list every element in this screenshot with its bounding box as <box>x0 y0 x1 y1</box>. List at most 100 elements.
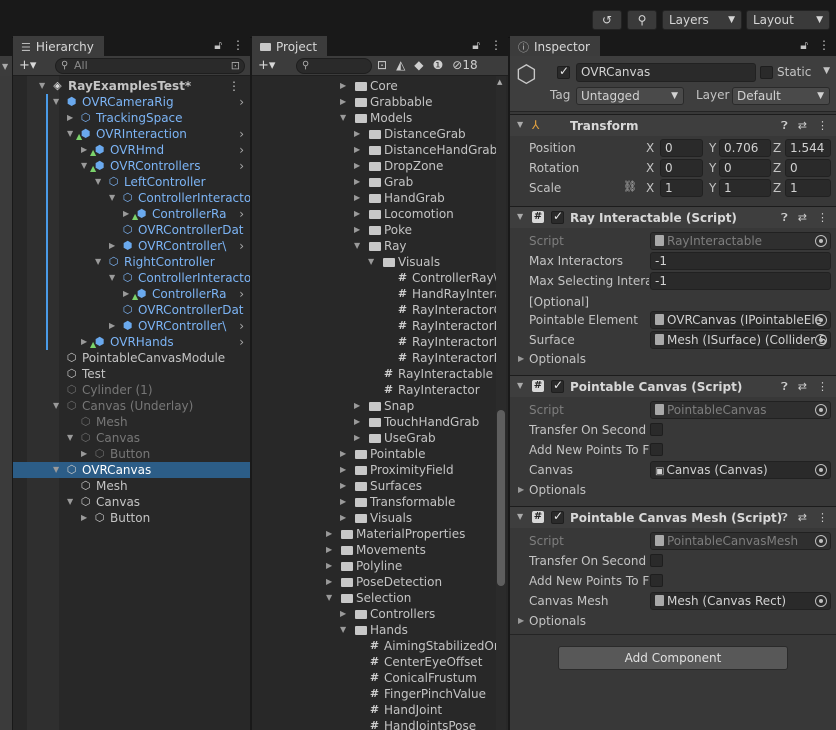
hierarchy-item[interactable]: ▼ ⬡ Canvas (Underlay) <box>13 398 250 414</box>
hierarchy-item[interactable]: ▼ ⬡ LeftController <box>13 174 250 190</box>
layout-dropdown[interactable]: Layout ▼ <box>746 10 830 30</box>
kebab-menu-icon[interactable]: ⋮ <box>817 511 828 525</box>
x-axis-label[interactable]: X <box>646 141 654 155</box>
chevron-right-icon[interactable]: › <box>239 142 244 158</box>
scale-y-field[interactable]: 1 <box>719 179 771 197</box>
hierarchy-item[interactable]: ▶ ⬢ ▲ ControllerRa › <box>13 286 250 302</box>
kebab-menu-icon[interactable]: ⋮ <box>817 380 828 394</box>
project-script-item[interactable]: # HandJoint <box>252 702 508 718</box>
script-field[interactable]: PointableCanvas <box>650 401 831 419</box>
tag-dropdown[interactable]: Untagged ▼ <box>576 87 684 105</box>
expand-arrow-right-icon[interactable]: ▶ <box>340 446 346 462</box>
chevron-right-icon[interactable]: › <box>239 158 244 174</box>
rotation-y-field[interactable]: 0 <box>719 159 771 177</box>
pointable-canvas-component-header[interactable]: ▼ # Pointable Canvas (Script) ❓︎ ⇄ ⋮ <box>510 375 836 397</box>
expand-arrow-right-icon[interactable]: ▶ <box>340 606 346 622</box>
help-icon[interactable]: ❓︎ <box>781 211 788 225</box>
fold-arrow-icon[interactable]: ▼ <box>517 381 523 390</box>
project-folder-item[interactable]: ▶ DistanceGrab <box>252 126 508 142</box>
project-folder-item[interactable]: ▶ Poke <box>252 222 508 238</box>
expand-arrow-down-icon[interactable]: ▼ <box>67 494 73 510</box>
expand-arrow-right-icon[interactable]: ▶ <box>109 318 115 334</box>
optionals-foldout[interactable]: ▶ Optionals <box>510 351 836 369</box>
expand-arrow-right-icon[interactable]: ▶ <box>340 94 346 110</box>
add-new-points-checkbox[interactable] <box>650 574 663 587</box>
chevron-right-icon[interactable]: › <box>239 206 244 222</box>
project-folder-item[interactable]: ▶ Pointable <box>252 446 508 462</box>
project-folder-item[interactable]: ▶ UseGrab <box>252 430 508 446</box>
project-script-item[interactable]: # HandRayIntera <box>252 286 508 302</box>
expand-arrow-right-icon[interactable]: ▶ <box>109 238 115 254</box>
project-folder-item[interactable]: ▶ Core <box>252 78 508 94</box>
hierarchy-item[interactable]: ▼ ⬡ RightController <box>13 254 250 270</box>
project-script-item[interactable]: # RayInteractor <box>252 382 508 398</box>
expand-arrow-right-icon[interactable]: ▶ <box>354 158 360 174</box>
project-script-item[interactable]: # ControllerRay\ <box>252 270 508 286</box>
hidden-packages-icon[interactable]: ⊘18 <box>452 58 477 72</box>
z-axis-label[interactable]: Z <box>773 161 781 175</box>
pointable-element-field[interactable]: OVRCanvas (IPointableEle <box>650 311 831 329</box>
hierarchy-item[interactable]: ▶ ⬡ TrackingSpace <box>13 110 250 126</box>
expand-arrow-right-icon[interactable]: ▶ <box>354 222 360 238</box>
project-folder-item[interactable]: ▼ Hands <box>252 622 508 638</box>
hierarchy-item[interactable]: ⬡ Mesh <box>13 478 250 494</box>
fold-arrow-icon[interactable]: ▼ <box>517 120 523 129</box>
project-script-item[interactable]: # AimingStabilizedOri <box>252 638 508 654</box>
project-script-item[interactable]: # ConicalFrustum <box>252 670 508 686</box>
project-folder-item[interactable]: ▼ Models <box>252 110 508 126</box>
hierarchy-item[interactable]: ⬡ PointableCanvasModule <box>13 350 250 366</box>
project-folder-item[interactable]: ▶ Snap <box>252 398 508 414</box>
hierarchy-item[interactable]: ▶ ⬢ ▲ ControllerRa › <box>13 206 250 222</box>
transfer-on-second-checkbox[interactable] <box>650 423 663 436</box>
project-script-item[interactable]: # RayInteractorD <box>252 318 508 334</box>
scale-z-field[interactable]: 1 <box>785 179 831 197</box>
rotation-z-field[interactable]: 0 <box>785 159 831 177</box>
tab-hierarchy[interactable]: ☰ Hierarchy <box>13 36 104 56</box>
presets-icon[interactable]: ⇄ <box>798 380 807 394</box>
hierarchy-item[interactable]: ▶ ⬢ OVRController\ › <box>13 238 250 254</box>
search-options-icon[interactable]: ⊡ <box>377 58 387 72</box>
hierarchy-search-input[interactable]: ⚲ All ⊡ <box>55 58 245 74</box>
project-folder-item[interactable]: ▶ MaterialProperties <box>252 526 508 542</box>
kebab-menu-icon[interactable]: ⋮ <box>232 38 244 53</box>
max-interactors-field[interactable]: -1 <box>650 252 831 270</box>
expand-arrow-down-icon[interactable]: ▼ <box>109 190 115 206</box>
project-folder-item[interactable]: ▶ PoseDetection <box>252 574 508 590</box>
hierarchy-item[interactable]: ▼ ⬡ Canvas <box>13 494 250 510</box>
transform-component-header[interactable]: ▼ ⅄ Transform ❓︎ ⇄ ⋮ <box>510 114 836 136</box>
hierarchy-item[interactable]: ▼ ⬢ ▲ OVRControllers › <box>13 158 250 174</box>
component-enabled-checkbox[interactable] <box>551 378 564 393</box>
hierarchy-item[interactable]: ▼ ⬡ ControllerInteracto <box>13 270 250 286</box>
x-axis-label[interactable]: X <box>646 161 654 175</box>
expand-arrow-down-icon[interactable]: ▼ <box>67 430 73 446</box>
hierarchy-item[interactable]: ▼ ⬢ ▲ OVRInteraction › <box>13 126 250 142</box>
static-checkbox[interactable] <box>760 66 773 79</box>
expand-arrow-right-icon[interactable]: ▶ <box>326 558 332 574</box>
presets-icon[interactable]: ⇄ <box>798 511 807 525</box>
chevron-right-icon[interactable]: › <box>239 286 244 302</box>
project-folder-item[interactable]: ▼ Visuals <box>252 254 508 270</box>
expand-arrow-down-icon[interactable]: ▼ <box>53 398 59 414</box>
project-folder-item[interactable]: ▶ Grab <box>252 174 508 190</box>
warning-icon[interactable]: ❶ <box>433 58 444 72</box>
hierarchy-item[interactable]: ▶ ⬡ Button <box>13 510 250 526</box>
help-icon[interactable]: ❓︎ <box>781 119 788 133</box>
hierarchy-item[interactable]: ⬡ Mesh <box>13 414 250 430</box>
rotation-x-field[interactable]: 0 <box>660 159 703 177</box>
project-folder-item[interactable]: ▶ Controllers <box>252 606 508 622</box>
object-picker-icon[interactable] <box>815 404 827 416</box>
expand-arrow-right-icon[interactable]: ▶ <box>354 190 360 206</box>
expand-arrow-right-icon[interactable]: ▶ <box>354 398 360 414</box>
constrain-proportions-icon[interactable]: ⛓ <box>623 180 637 193</box>
expand-arrow-down-icon[interactable]: ▼ <box>340 622 346 638</box>
project-folder-item[interactable]: ▶ Surfaces <box>252 478 508 494</box>
kebab-menu-icon[interactable]: ⋮ <box>817 119 828 133</box>
expand-arrow-right-icon[interactable]: ▶ <box>81 142 87 158</box>
hierarchy-item[interactable]: ⬡ Test <box>13 366 250 382</box>
add-component-button[interactable]: Add Component <box>558 646 788 670</box>
create-button[interactable]: +▾ <box>258 58 275 73</box>
y-axis-label[interactable]: Y <box>709 181 716 195</box>
canvas-mesh-field[interactable]: Mesh (Canvas Rect) <box>650 592 831 610</box>
project-folder-item[interactable]: ▶ Visuals <box>252 510 508 526</box>
expand-arrow-right-icon[interactable]: ▶ <box>354 430 360 446</box>
